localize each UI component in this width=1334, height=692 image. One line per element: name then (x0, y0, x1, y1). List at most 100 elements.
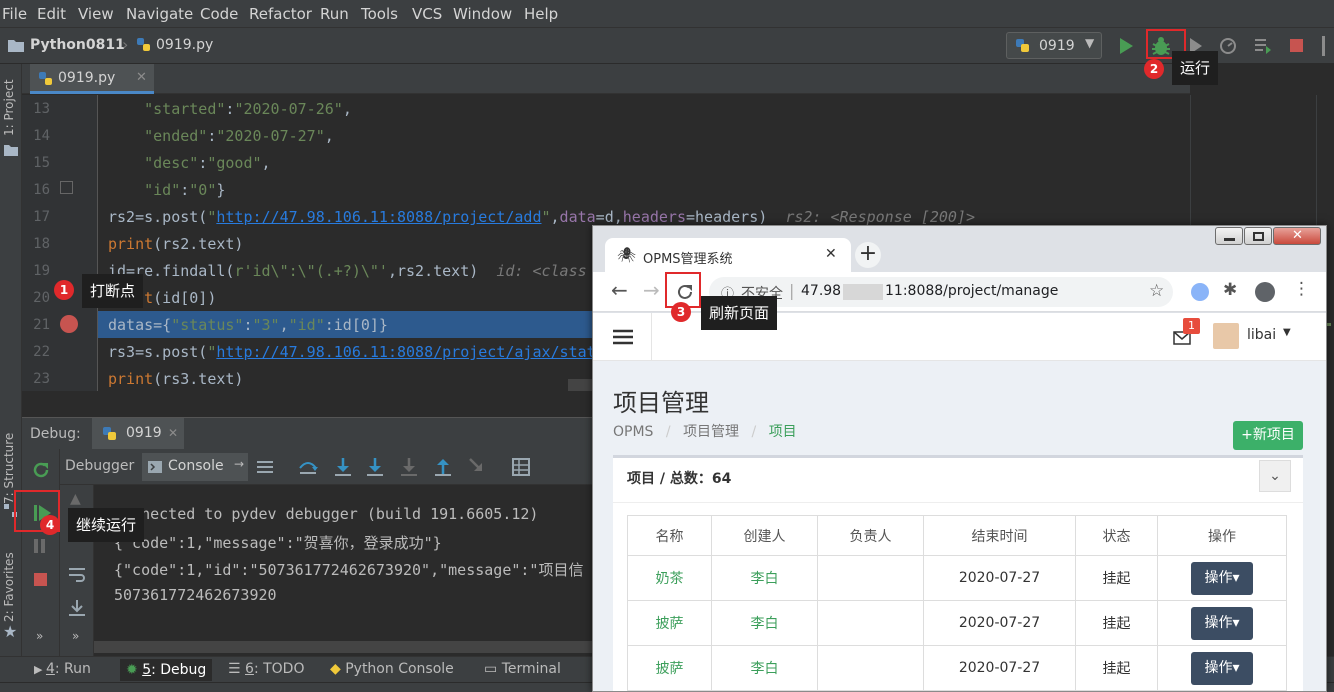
cell-creator[interactable]: 李白 (711, 555, 818, 601)
tool-tab-python-console[interactable]: ◆ Python Console (330, 661, 454, 677)
actions-dropdown-button[interactable]: 操作▾ (1191, 651, 1253, 685)
puzzle-extensions-icon[interactable]: ✱ (1223, 280, 1237, 300)
debug-console[interactable]: Connected to pydev debugger (build 191.6… (94, 485, 622, 656)
menu-view[interactable]: View (78, 5, 114, 23)
run-config-select[interactable]: 0919 ▼ (1006, 32, 1102, 59)
tool-tab-run[interactable]: ▶ 4: Run (34, 661, 91, 677)
stop-icon[interactable] (34, 573, 47, 586)
menu-file[interactable]: File (2, 5, 27, 23)
menu-vcs[interactable]: VCS (412, 5, 442, 23)
editor-tab-0919[interactable]: 0919.py ✕ (30, 64, 154, 94)
collapse-chevron-icon[interactable]: ⌄ (1259, 460, 1291, 492)
cell-end-time: 2020-07-27 (923, 600, 1076, 646)
code-line: rs3=s.post("http://47.98.106.11:8088/pro… (108, 343, 596, 361)
soft-wrap-icon[interactable] (68, 567, 86, 583)
breadcrumb-item[interactable]: OPMS (613, 424, 653, 440)
col-header-end-time: 结束时间 (923, 515, 1076, 556)
hamburger-icon[interactable] (613, 329, 633, 345)
concurrency-icon[interactable] (1254, 37, 1272, 55)
evaluate-table-icon[interactable] (512, 458, 530, 476)
navigation-bar: Python0811 › 0919.py 0919 ▼ (0, 28, 1334, 64)
project-panel: 项目 / 总数：64 ⌄ 名称 创建人 负责人 结束时间 状态 操作 奶茶 李白… (613, 455, 1303, 691)
cell-name[interactable]: 披萨 (627, 600, 712, 646)
url-bar[interactable]: ⓘ 不安全 | 47.98 11:8088/project/manage ☆ (709, 277, 1173, 307)
fold-icon[interactable] (60, 181, 73, 194)
stop-icon[interactable] (1290, 39, 1303, 52)
menu-kebab-icon[interactable]: ⋮ (1293, 279, 1310, 299)
caret-down-icon[interactable]: ▼ (1283, 327, 1291, 338)
actions-dropdown-button[interactable]: 操作▾ (1191, 606, 1253, 640)
url-path: 11:8088/project/manage (885, 283, 1059, 299)
tool-tab-todo[interactable]: ☰ 6: TODO (228, 661, 304, 677)
step-into-my-code-icon[interactable] (366, 457, 384, 477)
redacted-url-part (843, 284, 883, 300)
breakpoint-icon[interactable] (60, 315, 78, 333)
cell-creator[interactable]: 李白 (711, 645, 818, 691)
step-out-icon[interactable] (434, 457, 452, 477)
breadcrumb-item[interactable]: 项目管理 (683, 424, 739, 440)
breadcrumb-project[interactable]: Python0811 (30, 37, 125, 53)
code-line: "ended":"2020-07-27", (144, 127, 334, 145)
run-config-label: 0919 (1039, 38, 1075, 54)
breadcrumb-file[interactable]: 0919.py (156, 37, 213, 53)
pause-icon[interactable] (34, 539, 38, 553)
tool-window-project[interactable]: 1: Project (2, 79, 16, 136)
extension-icon[interactable] (1191, 283, 1209, 301)
profile-avatar-icon[interactable] (1255, 282, 1275, 302)
menu-tools[interactable]: Tools (361, 5, 398, 23)
menu-code[interactable]: Code (200, 5, 238, 23)
bookmark-star-icon[interactable]: ☆ (1149, 281, 1164, 301)
run-to-cursor-icon[interactable] (468, 457, 488, 477)
menu-edit[interactable]: Edit (37, 5, 66, 23)
cell-name[interactable]: 披萨 (627, 645, 712, 691)
tab-console[interactable]: Console → (142, 453, 248, 481)
spider-favicon-icon: 🕷 (617, 246, 637, 264)
maximize-icon[interactable] (1244, 227, 1272, 245)
cell-creator[interactable]: 李白 (711, 600, 818, 646)
minimize-icon[interactable] (1215, 227, 1243, 245)
breadcrumb: OPMS / 项目管理 / 项目 (613, 424, 797, 440)
run-icon[interactable] (1118, 37, 1134, 55)
step-into-icon[interactable] (334, 457, 352, 477)
line-number: 16 (33, 182, 50, 198)
tool-window-favorites[interactable]: 2: Favorites (2, 552, 16, 622)
step-over-icon[interactable] (298, 458, 318, 476)
rerun-icon[interactable] (32, 461, 50, 479)
col-header-name: 名称 (627, 515, 712, 556)
editor-filler (22, 391, 622, 417)
new-project-button[interactable]: +新项目 (1233, 421, 1303, 450)
menu-refactor[interactable]: Refactor (249, 5, 312, 23)
tab-debugger[interactable]: Debugger (65, 458, 134, 474)
user-name[interactable]: libai (1247, 327, 1276, 343)
more-icon[interactable]: » (72, 629, 79, 643)
frames-icon[interactable] (256, 460, 274, 474)
avatar[interactable] (1213, 323, 1239, 349)
back-icon[interactable]: ← (611, 278, 628, 302)
menu-navigate[interactable]: Navigate (126, 5, 193, 23)
cell-status: 挂起 (1075, 600, 1158, 646)
forward-icon[interactable]: → (643, 278, 660, 302)
close-window-icon[interactable]: ✕ (1273, 227, 1321, 245)
console-icon (148, 461, 162, 473)
cell-name[interactable]: 奶茶 (627, 555, 712, 601)
force-step-into-icon[interactable] (400, 457, 418, 477)
cell-status: 挂起 (1075, 555, 1158, 601)
menu-run[interactable]: Run (320, 5, 349, 23)
more-icon[interactable]: » (36, 629, 43, 643)
profile-icon[interactable] (1218, 36, 1238, 56)
actions-dropdown-button[interactable]: 操作▾ (1191, 561, 1253, 595)
close-icon[interactable]: ✕ (136, 70, 147, 85)
menu-help[interactable]: Help (524, 5, 558, 23)
browser-tab[interactable]: 🕷 OPMS管理系统 ✕ (605, 238, 851, 274)
tool-tab-debug[interactable]: ✹ 5: Debug (120, 659, 213, 681)
tool-tab-terminal[interactable]: ▭ Terminal (484, 661, 561, 677)
console-horizontal-scrollbar[interactable] (94, 641, 622, 653)
scroll-to-end-icon[interactable] (68, 599, 86, 617)
scroll-up-icon[interactable]: ▲ (70, 491, 81, 507)
debug-session-tab[interactable]: 0919 ✕ (92, 418, 184, 450)
close-icon[interactable]: ✕ (825, 246, 837, 262)
new-tab-icon[interactable]: + (855, 242, 881, 268)
star-icon: ★ (3, 622, 18, 641)
menu-window[interactable]: Window (453, 5, 512, 23)
close-icon[interactable]: ✕ (168, 426, 178, 440)
